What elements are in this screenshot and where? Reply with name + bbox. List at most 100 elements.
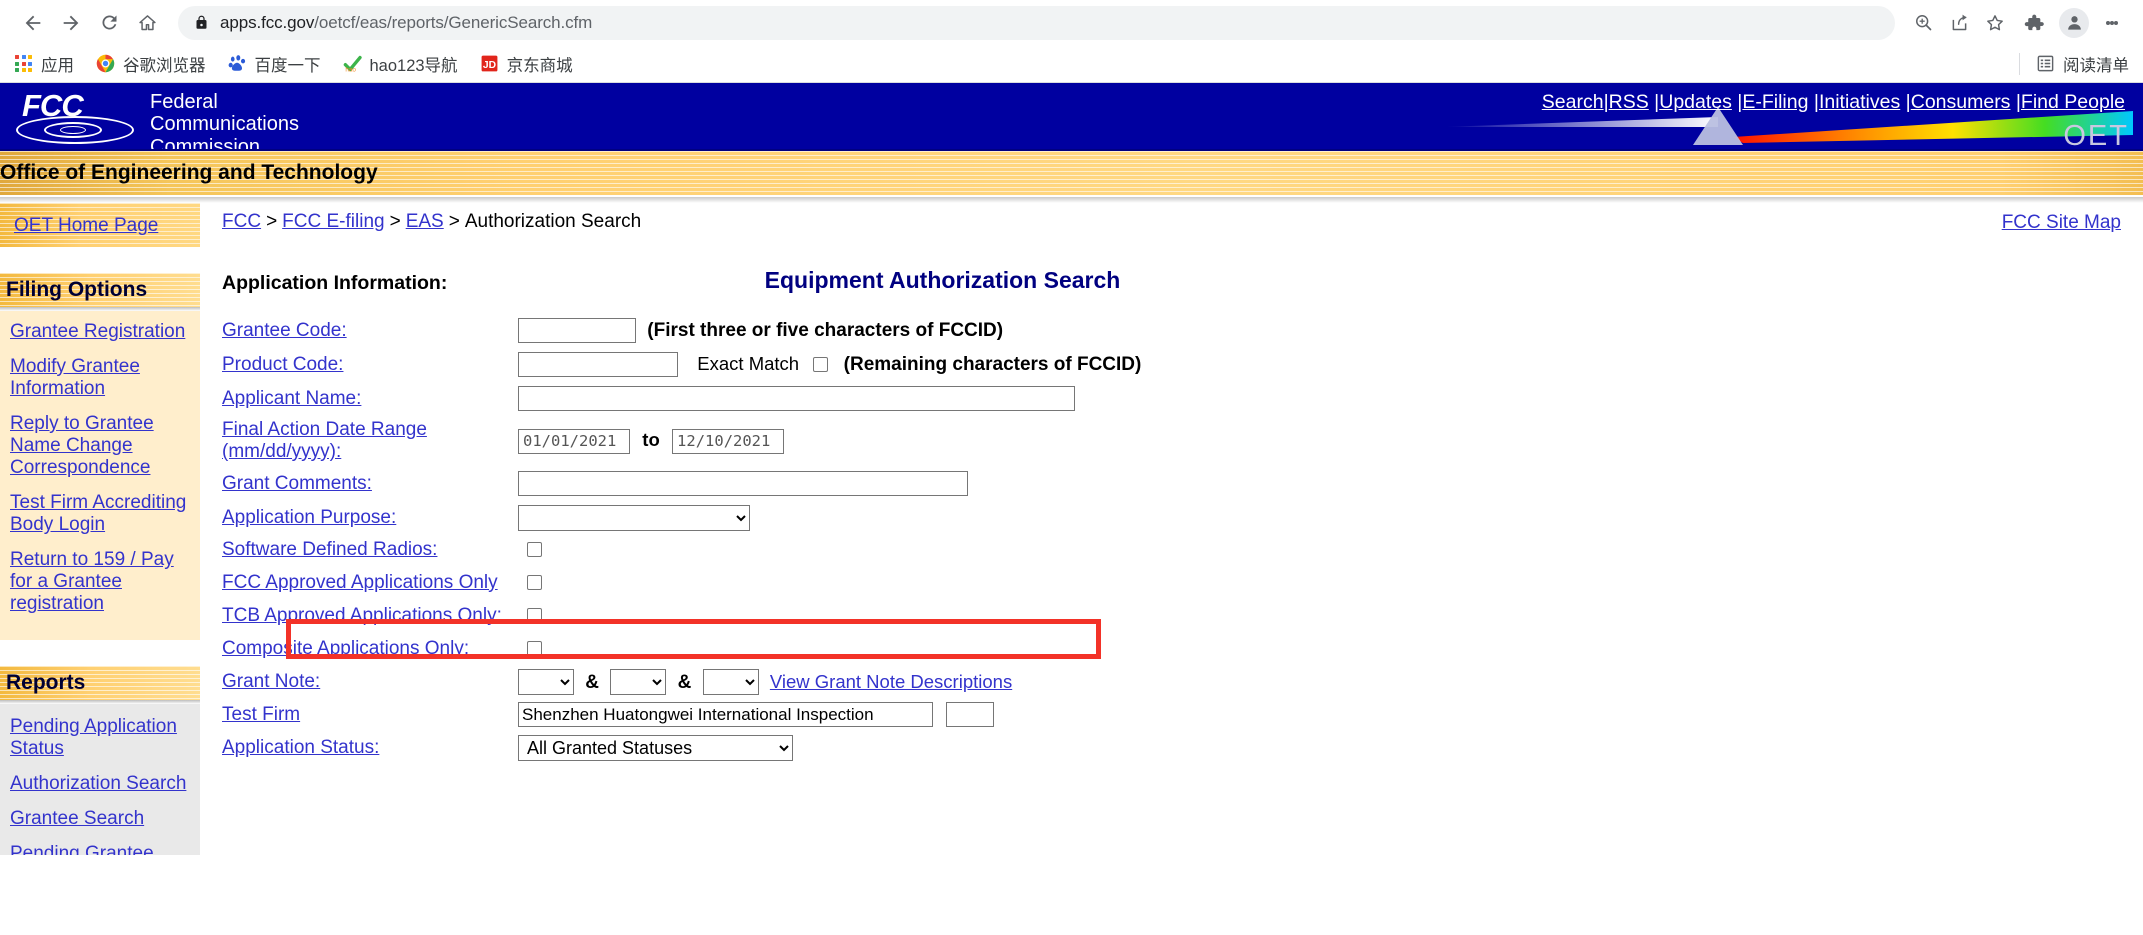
share-icon[interactable] xyxy=(1941,5,1977,41)
sidebar-item-modify-grantee-information[interactable]: Modify Grantee Information xyxy=(0,356,200,400)
form-row-applicant-name: Applicant Name: xyxy=(222,385,1141,412)
fcc-logo[interactable]: FCC Federal Communications Commission xyxy=(14,90,299,149)
test-firm-secondary-input[interactable] xyxy=(946,702,995,727)
content-area: OET Home Page Filing Options Grantee Reg… xyxy=(0,203,2143,855)
tcb-approved-only-field-cell xyxy=(518,602,1141,629)
fcc-agency-name: Federal Communications Commission xyxy=(150,91,299,149)
product-code-input[interactable] xyxy=(518,352,678,377)
page-content: FCC Federal Communications Commission OE… xyxy=(0,83,2143,855)
reading-list-icon xyxy=(2036,54,2055,73)
fcc-approved-only-checkbox[interactable] xyxy=(527,574,542,590)
software-defined-radios-label[interactable]: Software Defined Radios: xyxy=(222,539,437,560)
grantee-code-input[interactable] xyxy=(518,318,636,343)
bookmarks-bar: 应用 谷歌浏览器 百度一下 hao hao123导航 JD 京东商城 阅读清单 xyxy=(0,45,2143,83)
date-range-to-word: to xyxy=(642,429,660,450)
sidebar: OET Home Page Filing Options Grantee Reg… xyxy=(0,203,200,855)
composite-only-checkbox[interactable] xyxy=(527,640,542,656)
composite-only-label-cell: Composite Applications Only: xyxy=(222,635,518,662)
sidebar-item-grantee-search[interactable]: Grantee Search xyxy=(0,808,200,830)
final-action-date-label[interactable]: Final Action Date Range (mm/dd/yyyy): xyxy=(222,419,427,462)
reading-list-button[interactable]: 阅读清单 xyxy=(2019,52,2129,76)
sidebar-item-authorization-search[interactable]: Authorization Search xyxy=(0,773,200,795)
applicant-name-input[interactable] xyxy=(518,386,1075,411)
fcc-logo-oval-inner xyxy=(60,126,86,134)
nav-link-search[interactable]: Search xyxy=(1542,91,1604,113)
url-host: apps.fcc.gov xyxy=(220,12,315,32)
bookmark-label: 应用 xyxy=(41,56,74,75)
url-path: /oetcf/eas/reports/GenericSearch.cfm xyxy=(314,12,593,32)
puzzle-piece-icon[interactable] xyxy=(2015,4,2053,42)
sidebar-item-reply-grantee-name-change[interactable]: Reply to Grantee Name Change Corresponde… xyxy=(0,413,200,479)
home-icon[interactable] xyxy=(128,4,166,42)
application-purpose-label-cell: Application Purpose: xyxy=(222,504,518,531)
sidebar-item-pending-grantee-search[interactable]: Pending Grantee Search xyxy=(0,843,200,855)
zoom-in-icon[interactable] xyxy=(1905,5,1941,41)
fcc-site-header: FCC Federal Communications Commission OE… xyxy=(0,83,2143,151)
baidu-icon xyxy=(228,54,247,73)
fcc-approved-only-label-cell: FCC Approved Applications Only xyxy=(222,569,518,596)
bookmark-apps[interactable]: 应用 xyxy=(14,52,74,76)
sidebar-list-filing-options: Grantee Registration Modify Grantee Info… xyxy=(0,311,200,641)
tcb-approved-only-label[interactable]: TCB Approved Applications Only: xyxy=(222,605,502,626)
breadcrumb-item-eas[interactable]: EAS xyxy=(406,211,444,232)
sidebar-item-pending-application-status[interactable]: Pending Application Status xyxy=(0,716,200,760)
nav-link-consumers[interactable]: Consumers xyxy=(1911,91,2011,113)
form-row-product-code: Product Code: Exact Match (Remaining cha… xyxy=(222,351,1141,378)
nav-link-efiling[interactable]: E-Filing xyxy=(1742,91,1808,113)
fcc-site-map-link[interactable]: FCC Site Map xyxy=(2002,212,2121,234)
form-row-application-purpose: Application Purpose: xyxy=(222,504,1141,531)
form-row-grantee-code: Grantee Code: (First three or five chara… xyxy=(222,317,1141,344)
applicant-name-label[interactable]: Applicant Name: xyxy=(222,388,361,409)
bookmark-jd[interactable]: JD 京东商城 xyxy=(480,52,573,76)
test-firm-field-cell xyxy=(518,701,1141,728)
grant-comments-label[interactable]: Grant Comments: xyxy=(222,473,372,494)
sidebar-item-oet-home[interactable]: OET Home Page xyxy=(14,215,158,237)
application-purpose-select[interactable] xyxy=(518,504,750,531)
bookmark-chrome[interactable]: 谷歌浏览器 xyxy=(96,52,206,76)
grantee-code-hint: (First three or five characters of FCCID… xyxy=(647,319,1004,341)
forward-arrow-icon[interactable] xyxy=(52,4,90,42)
grantee-code-label[interactable]: Grantee Code: xyxy=(222,320,347,341)
final-action-date-label-cell: Final Action Date Range (mm/dd/yyyy): xyxy=(222,419,518,463)
kebab-menu-icon[interactable] xyxy=(2095,4,2129,42)
bookmark-label: hao123导航 xyxy=(369,56,458,75)
fcc-approved-only-label[interactable]: FCC Approved Applications Only xyxy=(222,572,498,593)
reload-icon[interactable] xyxy=(90,4,128,42)
final-action-date-to-input[interactable] xyxy=(672,428,785,454)
nav-link-rss[interactable]: RSS xyxy=(1609,91,1649,113)
grant-comments-input[interactable] xyxy=(518,471,968,496)
grant-note-select-2[interactable] xyxy=(610,668,667,695)
nav-link-find-people[interactable]: Find People xyxy=(2021,91,2125,113)
product-code-label[interactable]: Product Code: xyxy=(222,354,343,375)
bookmark-hao123[interactable]: hao hao123导航 xyxy=(343,52,458,76)
product-code-hint: (Remaining characters of FCCID) xyxy=(843,353,1142,375)
test-firm-input[interactable] xyxy=(518,702,933,727)
composite-only-label[interactable]: Composite Applications Only: xyxy=(222,638,469,659)
grant-note-label[interactable]: Grant Note: xyxy=(222,671,320,692)
breadcrumb-item-fcc[interactable]: FCC xyxy=(222,211,261,232)
grant-note-select-1[interactable] xyxy=(518,668,574,695)
view-grant-note-descriptions-link[interactable]: View Grant Note Descriptions xyxy=(770,671,1012,692)
bookmark-label: 百度一下 xyxy=(254,56,321,75)
software-defined-radios-checkbox[interactable] xyxy=(527,541,542,557)
breadcrumb-item-fcc-efiling[interactable]: FCC E-filing xyxy=(282,211,384,232)
sidebar-item-test-firm-accrediting-body-login[interactable]: Test Firm Accrediting Body Login xyxy=(0,492,200,536)
star-icon[interactable] xyxy=(1977,5,2013,41)
grant-note-select-3[interactable] xyxy=(702,668,759,695)
exact-match-checkbox[interactable] xyxy=(813,356,829,372)
application-status-label[interactable]: Application Status: xyxy=(222,737,379,758)
software-defined-radios-field-cell xyxy=(518,536,1141,563)
back-arrow-icon[interactable] xyxy=(14,4,52,42)
nav-link-initiatives[interactable]: Initiatives xyxy=(1819,91,1900,113)
sidebar-item-grantee-registration[interactable]: Grantee Registration xyxy=(0,321,200,343)
test-firm-label[interactable]: Test Firm xyxy=(222,704,300,725)
application-purpose-label[interactable]: Application Purpose: xyxy=(222,507,396,528)
nav-link-updates[interactable]: Updates xyxy=(1659,91,1732,113)
bookmark-baidu[interactable]: 百度一下 xyxy=(228,52,321,76)
profile-avatar-icon[interactable] xyxy=(2059,7,2089,38)
tcb-approved-only-checkbox[interactable] xyxy=(527,607,542,623)
final-action-date-from-input[interactable] xyxy=(518,428,630,454)
application-status-select[interactable]: All Granted Statuses xyxy=(518,734,793,761)
sidebar-item-return-to-159[interactable]: Return to 159 / Pay for a Grantee regist… xyxy=(0,549,200,615)
address-bar[interactable]: apps.fcc.gov/oetcf/eas/reports/GenericSe… xyxy=(178,5,1895,40)
